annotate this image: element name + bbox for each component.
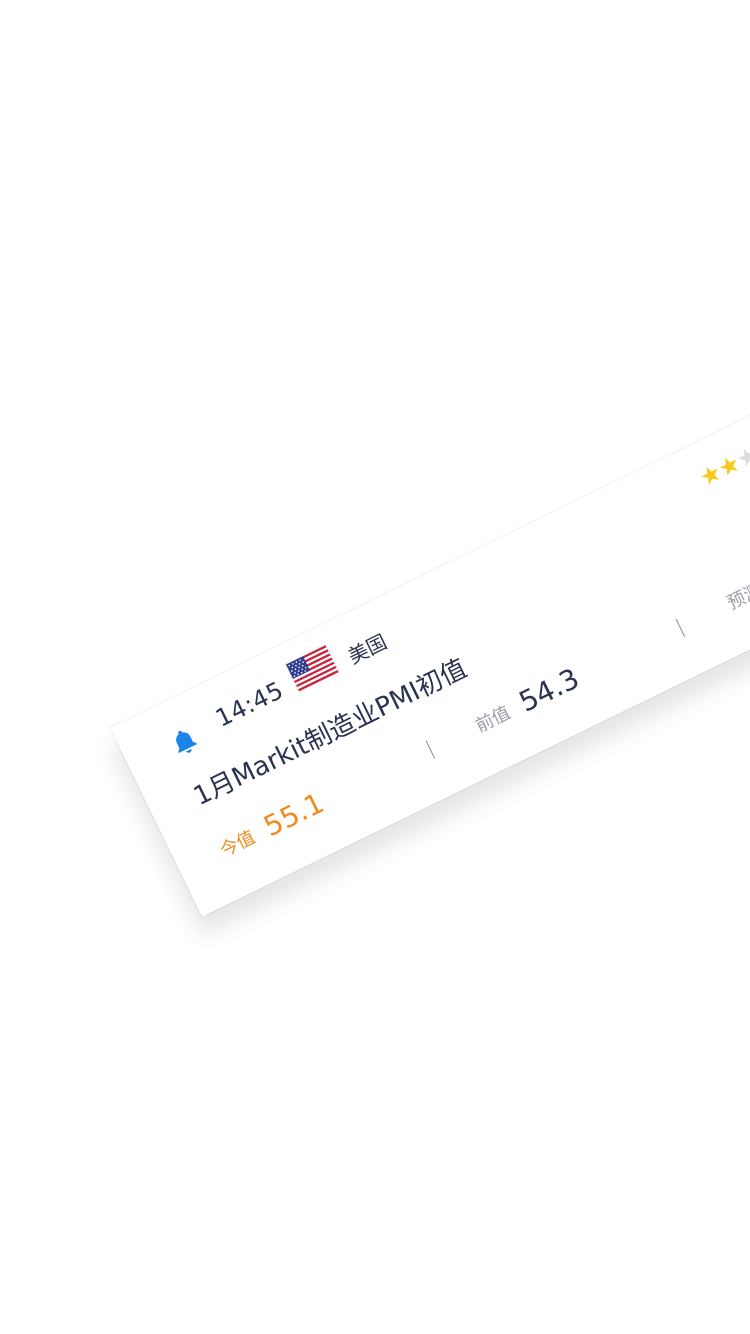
actual-value: 55.1 [258, 786, 330, 844]
importance-rating: ★★★ [695, 440, 750, 492]
event-time: 14:45 [211, 676, 288, 733]
us-flag-icon [285, 645, 339, 692]
previous-label: 前值 [472, 701, 514, 737]
bell-icon[interactable] [164, 722, 204, 762]
actual-label: 今值 [216, 826, 259, 862]
divider [675, 618, 686, 638]
forecast-label: 预测 [723, 579, 750, 614]
event-country: 美国 [344, 629, 391, 669]
economic-event-card[interactable]: 14:45 美国 ★★★ 1月Markit制造业PMI初值 今值55.1 前值5… [110, 394, 750, 917]
previous-value-group: 前值54.3 [469, 662, 584, 741]
previous-value: 54.3 [513, 661, 585, 719]
forecast-value-group: 预测54 [721, 551, 750, 618]
divider [425, 740, 436, 759]
screen: 14:45 美国 ★★★ 1月Markit制造业PMI初值 今值55.1 前值5… [0, 0, 750, 1334]
